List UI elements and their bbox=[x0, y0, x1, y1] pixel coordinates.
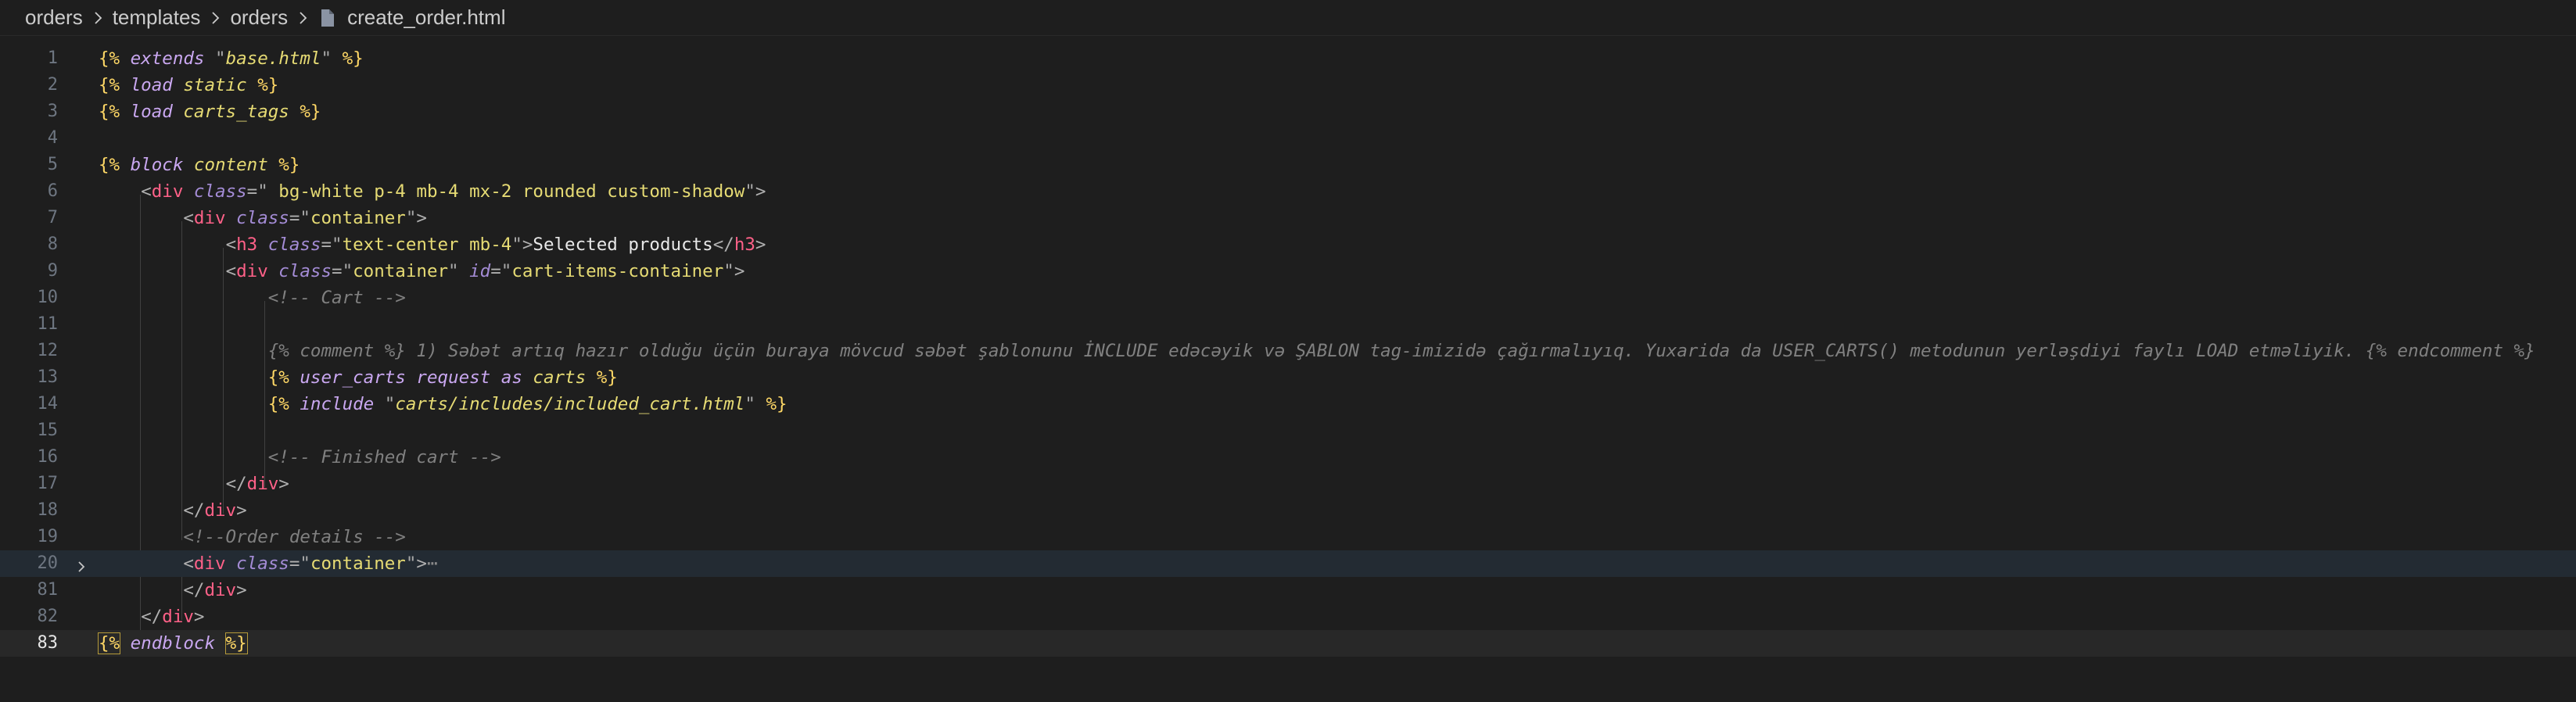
fold-chevron-icon[interactable] bbox=[74, 556, 89, 572]
code-text: <div class="container" id="cart-items-co… bbox=[225, 261, 745, 281]
chevron-right-icon bbox=[205, 8, 225, 28]
code-line[interactable]: 2 {% load static %} bbox=[0, 72, 2576, 98]
code-line[interactable]: 83 {% endblock %} bbox=[0, 630, 2576, 657]
code-line[interactable]: 12 {% comment %} 1) Səbət artıq hazır ol… bbox=[0, 338, 2576, 364]
code-line[interactable]: 10 <!-- Cart --> bbox=[0, 285, 2576, 311]
line-number: 13 bbox=[37, 367, 59, 387]
code-text: {% extends "base.html" %} bbox=[99, 48, 364, 69]
file-icon bbox=[319, 8, 336, 28]
breadcrumb-item-orders-sub[interactable]: orders bbox=[230, 5, 288, 30]
code-line[interactable]: 8 <h3 class="text-center mb-4">Selected … bbox=[0, 231, 2576, 258]
line-number: 7 bbox=[47, 208, 58, 227]
line-number: 1 bbox=[47, 48, 58, 68]
code-text: {% include "carts/includes/included_cart… bbox=[267, 394, 788, 414]
line-number: 16 bbox=[37, 447, 59, 467]
code-text: {% endblock %} bbox=[97, 632, 248, 654]
line-number: 2 bbox=[47, 75, 58, 95]
breadcrumb: orders templates orders create_order.htm… bbox=[0, 0, 2576, 36]
code-text: <div class="container"> bbox=[183, 208, 427, 228]
code-text: {% load carts_tags %} bbox=[99, 102, 321, 122]
line-number: 8 bbox=[47, 235, 58, 254]
code-line[interactable]: 16 <!-- Finished cart --> bbox=[0, 444, 2576, 471]
line-number: 83 bbox=[37, 633, 59, 653]
line-number: 3 bbox=[47, 102, 58, 121]
line-number: 9 bbox=[47, 261, 58, 281]
line-number: 20 bbox=[37, 553, 59, 573]
code-text: <!-- Cart --> bbox=[267, 288, 406, 308]
code-text: </div> bbox=[183, 580, 247, 600]
line-number: 12 bbox=[37, 341, 59, 360]
code-text: <!--Order details --> bbox=[183, 527, 406, 547]
code-line[interactable]: 20 <div class="container">⋯ bbox=[0, 550, 2576, 577]
line-number: 81 bbox=[37, 580, 59, 600]
line-number: 10 bbox=[37, 288, 59, 307]
breadcrumb-item-templates[interactable]: templates bbox=[113, 5, 201, 30]
breadcrumb-file[interactable]: create_order.html bbox=[347, 5, 505, 30]
code-line[interactable]: 15 bbox=[0, 417, 2576, 444]
code-text: {% comment %} 1) Səbət artıq hazır olduğ… bbox=[267, 341, 2535, 361]
code-text: {% load static %} bbox=[99, 75, 279, 95]
code-line[interactable]: 7 <div class="container"> bbox=[0, 205, 2576, 231]
code-line[interactable]: 6 <div class=" bg-white p-4 mb-4 mx-2 ro… bbox=[0, 178, 2576, 205]
code-line[interactable]: 17 </div> bbox=[0, 471, 2576, 497]
code-line[interactable]: 82 </div> bbox=[0, 604, 2576, 630]
code-editor[interactable]: 1 {% extends "base.html" %} 2 {% load stati… bbox=[0, 36, 2576, 702]
code-line[interactable]: 4 bbox=[0, 125, 2576, 152]
code-line[interactable]: 14 {% include "carts/includes/included_c… bbox=[0, 391, 2576, 417]
line-number: 4 bbox=[47, 128, 58, 148]
line-number: 18 bbox=[37, 500, 59, 520]
code-text: <h3 class="text-center mb-4">Selected pr… bbox=[225, 235, 766, 255]
line-number: 15 bbox=[37, 421, 59, 440]
code-line[interactable]: 19 <!--Order details --> bbox=[0, 524, 2576, 550]
code-text: <div class="container">⋯ bbox=[183, 553, 438, 574]
line-number: 19 bbox=[37, 527, 59, 546]
code-text: {% user_carts request as carts %} bbox=[267, 367, 618, 388]
code-line[interactable]: 81 </div> bbox=[0, 577, 2576, 604]
code-text: </div> bbox=[141, 607, 205, 627]
code-text: </div> bbox=[225, 474, 289, 494]
line-number: 14 bbox=[37, 394, 59, 414]
breadcrumb-item-orders[interactable]: orders bbox=[25, 5, 83, 30]
code-line[interactable]: 1 {% extends "base.html" %} bbox=[0, 45, 2576, 72]
code-text: {% block content %} bbox=[99, 155, 300, 175]
code-text: <!-- Finished cart --> bbox=[267, 447, 501, 467]
line-number: 5 bbox=[47, 155, 58, 174]
chevron-right-icon bbox=[88, 8, 108, 28]
code-line[interactable]: 3 {% load carts_tags %} bbox=[0, 98, 2576, 125]
code-text: <div class=" bg-white p-4 mb-4 mx-2 roun… bbox=[141, 181, 766, 202]
code-line[interactable]: 9 <div class="container" id="cart-items-… bbox=[0, 258, 2576, 285]
code-line[interactable]: 5 {% block content %} bbox=[0, 152, 2576, 178]
line-number: 17 bbox=[37, 474, 59, 493]
chevron-right-icon bbox=[292, 8, 313, 28]
line-number: 6 bbox=[47, 181, 58, 201]
code-text: </div> bbox=[183, 500, 247, 521]
code-line[interactable]: 18 </div> bbox=[0, 497, 2576, 524]
code-line[interactable]: 11 bbox=[0, 311, 2576, 338]
line-number: 82 bbox=[37, 607, 59, 626]
line-number: 11 bbox=[37, 314, 59, 334]
code-line[interactable]: 13 {% user_carts request as carts %} bbox=[0, 364, 2576, 391]
